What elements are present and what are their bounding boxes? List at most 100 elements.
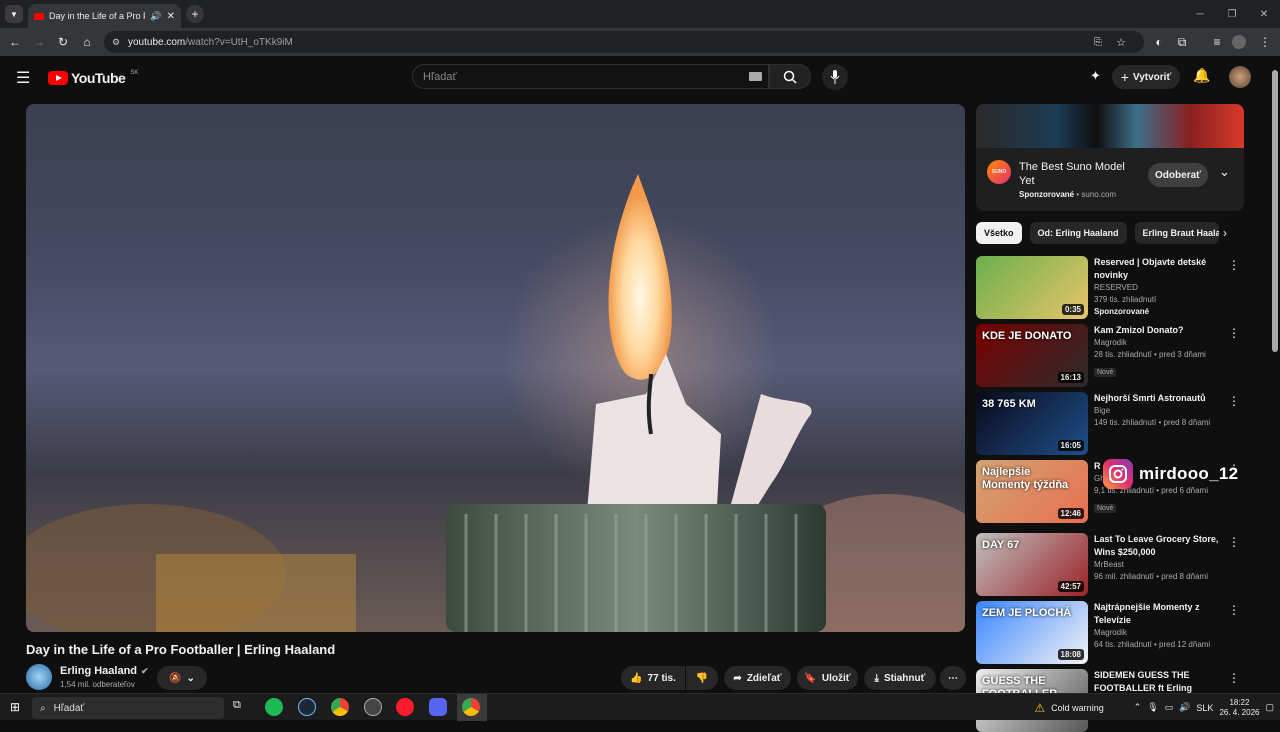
- scrollbar-thumb[interactable]: [1272, 70, 1278, 352]
- recommendation-thumbnail[interactable]: 38 765 KM 16:05: [976, 392, 1088, 455]
- dislike-button[interactable]: 👎: [686, 666, 718, 690]
- window-close-icon[interactable]: ✕: [1248, 0, 1280, 28]
- chip-all[interactable]: Všetko: [976, 222, 1022, 244]
- ad-title[interactable]: The Best Suno Model Yet: [1019, 160, 1129, 188]
- recommendation-info: SIDEMEN GUESS THE FOOTBALLER ft Erling H…: [1094, 669, 1224, 695]
- voice-search-button[interactable]: [822, 64, 848, 90]
- notifications-bell-icon[interactable]: 🔔: [1193, 67, 1210, 84]
- more-options-icon[interactable]: ⋮: [1228, 535, 1240, 549]
- keyboard-icon[interactable]: [749, 72, 762, 81]
- volume-icon[interactable]: 🔊: [1179, 702, 1190, 713]
- bookmark-star-icon[interactable]: ☆: [1116, 36, 1126, 49]
- recommendation-title[interactable]: Najtrápnejšie Momenty z Televízie: [1094, 601, 1224, 627]
- more-options-icon[interactable]: ⋮: [1228, 671, 1240, 685]
- tab-menu-button[interactable]: ▼: [5, 5, 23, 23]
- restore-icon[interactable]: ❐: [1216, 0, 1248, 28]
- recommendation-title[interactable]: Reserved | Objavte detské novinky: [1094, 256, 1224, 282]
- gaming-icon[interactable]: ✦: [1090, 68, 1101, 84]
- recommendation-title[interactable]: Last To Leave Grocery Store, Wins $250,0…: [1094, 533, 1224, 559]
- account-avatar[interactable]: [1229, 66, 1251, 88]
- app-icon[interactable]: [364, 698, 382, 716]
- recommendation-item[interactable]: ZEM JE PLOCHÁ 18:08 Najtrápnejšie Momenty …: [976, 601, 1244, 664]
- weather-text[interactable]: Cold warning: [1051, 703, 1104, 713]
- url-field[interactable]: ⚙ youtube.com/watch?v=UtH_oTKk9iM ⎘ ☆: [104, 31, 1144, 53]
- windows-start-icon[interactable]: ⊞: [10, 700, 20, 714]
- more-options-icon[interactable]: ⋮: [1228, 326, 1240, 340]
- create-button[interactable]: + Vytvoriť: [1112, 65, 1180, 89]
- task-view-icon[interactable]: ⧉: [233, 699, 241, 712]
- minimize-icon[interactable]: ─: [1184, 0, 1216, 28]
- mic-tray-icon[interactable]: 🎙: [1147, 702, 1158, 713]
- recommendation-item[interactable]: 0:35 Reserved | Objavte detské novinky RES…: [976, 256, 1244, 319]
- search-input[interactable]: Hľadať: [412, 64, 769, 89]
- channel-avatar[interactable]: [26, 664, 52, 690]
- recommendation-title[interactable]: Kam Zmizol Donato?: [1094, 324, 1224, 337]
- hamburger-menu-icon[interactable]: ☰: [16, 68, 30, 88]
- close-tab-icon[interactable]: ✕: [167, 11, 175, 22]
- page-scrollbar[interactable]: [1270, 56, 1280, 693]
- discord-icon[interactable]: [429, 698, 447, 716]
- chrome-icon[interactable]: [331, 698, 349, 716]
- recommendation-thumbnail[interactable]: KDE JE DONATO 16:13: [976, 324, 1088, 387]
- chips-next-chevron-icon[interactable]: ›: [1223, 226, 1227, 240]
- video-duration: 16:05: [1057, 440, 1084, 451]
- chip-from-channel[interactable]: Od: Erling Haaland: [1029, 222, 1127, 244]
- chrome-active-icon[interactable]: [462, 698, 480, 716]
- like-button[interactable]: 👍 77 tis.: [621, 666, 685, 690]
- filter-chips: Všetko Od: Erling Haaland Erling Braut H…: [976, 222, 1219, 244]
- download-button[interactable]: ⤓ Stiahnuť: [864, 666, 936, 690]
- recommendation-item[interactable]: KDE JE DONATO 16:13 Kam Zmizol Donato? Magr…: [976, 324, 1244, 387]
- recommendation-thumbnail[interactable]: ZEM JE PLOCHÁ 18:08: [976, 601, 1088, 664]
- network-icon[interactable]: ▭: [1165, 702, 1174, 713]
- thumbs-up-icon: 👍: [630, 672, 643, 684]
- browser-tab[interactable]: Day in the Life of a Pro Footb 🔊 ✕: [28, 4, 181, 28]
- more-options-icon[interactable]: ⋮: [1228, 258, 1240, 272]
- recommendation-thumbnail[interactable]: Najlepšie Momenty týždňa 12:46: [976, 460, 1088, 523]
- search-button[interactable]: [769, 64, 811, 89]
- thumbnail-text: KDE JE DONATO: [982, 330, 1072, 342]
- forward-icon[interactable]: →: [30, 33, 48, 51]
- more-actions-button[interactable]: ⋯: [940, 666, 966, 690]
- clock[interactable]: 18:22 26. 4. 2026: [1219, 698, 1259, 718]
- channel-name-row[interactable]: Erling Haaland ✔: [60, 665, 149, 677]
- subscription-bell-button[interactable]: 🔕 ⌄: [157, 666, 207, 690]
- more-options-icon[interactable]: ⋮: [1228, 603, 1240, 617]
- new-tab-button[interactable]: +: [186, 5, 204, 23]
- share-button[interactable]: ➦ Zdieľať: [724, 666, 791, 690]
- recommendation-thumbnail[interactable]: DAY 67 42:57: [976, 533, 1088, 596]
- save-button[interactable]: 🔖 Uložiť: [797, 666, 858, 690]
- language-indicator[interactable]: SLK: [1196, 703, 1213, 713]
- subscriber-count: 1,54 mil. odberateľov: [60, 680, 135, 689]
- chip-related[interactable]: Erling Braut Haala: [1134, 222, 1219, 244]
- back-icon[interactable]: ←: [6, 33, 24, 51]
- browser-menu-icon[interactable]: ⋮: [1256, 33, 1274, 51]
- recommendation-thumbnail[interactable]: 0:35: [976, 256, 1088, 319]
- home-icon[interactable]: ⌂: [78, 33, 96, 51]
- recommendation-info: Last To Leave Grocery Store, Wins $250,0…: [1094, 533, 1224, 583]
- puzzle-icon[interactable]: ⧉: [1173, 33, 1191, 51]
- video-player[interactable]: [26, 104, 965, 632]
- notifications-tray-icon[interactable]: ▢: [1265, 702, 1274, 713]
- steam-icon[interactable]: [298, 698, 316, 716]
- spotify-icon[interactable]: [265, 698, 283, 716]
- youtube-logo[interactable]: YouTube SK: [48, 70, 138, 86]
- ad-expand-chevron-icon[interactable]: ⌄: [1219, 164, 1230, 180]
- recommendation-title[interactable]: Nejhorší Smrti Astronautů: [1094, 392, 1224, 405]
- recommendation-title[interactable]: SIDEMEN GUESS THE FOOTBALLER ft Erling H…: [1094, 669, 1224, 695]
- taskbar-search-input[interactable]: ⌕ Hľadať: [32, 697, 224, 719]
- ad-subscribe-button[interactable]: Odoberať: [1148, 163, 1208, 187]
- install-icon[interactable]: ⎘: [1094, 37, 1102, 48]
- tray-chevron-icon[interactable]: ⌃: [1134, 702, 1142, 713]
- recommendation-item[interactable]: DAY 67 42:57 Last To Leave Grocery Store, …: [976, 533, 1244, 596]
- profile-avatar[interactable]: [1232, 35, 1246, 49]
- speaker-icon[interactable]: 🔊: [150, 11, 161, 22]
- reload-icon[interactable]: ↻: [54, 33, 72, 51]
- recommendation-item[interactable]: 38 765 KM 16:05 Nejhorší Smrti Astronautů B…: [976, 392, 1244, 455]
- more-options-icon[interactable]: ⋮: [1228, 394, 1240, 408]
- opera-icon[interactable]: [396, 698, 414, 716]
- recommendation-meta: 96 mil. zhliadnutí • pred 8 dňami: [1094, 572, 1208, 581]
- extension-icon[interactable]: ◐: [1150, 33, 1168, 51]
- reading-list-icon[interactable]: ≡: [1208, 33, 1226, 51]
- sponsored-ad-card[interactable]: SUNO The Best Suno Model Yet Sponzorovan…: [976, 104, 1244, 211]
- site-info-icon[interactable]: ⚙: [112, 37, 120, 48]
